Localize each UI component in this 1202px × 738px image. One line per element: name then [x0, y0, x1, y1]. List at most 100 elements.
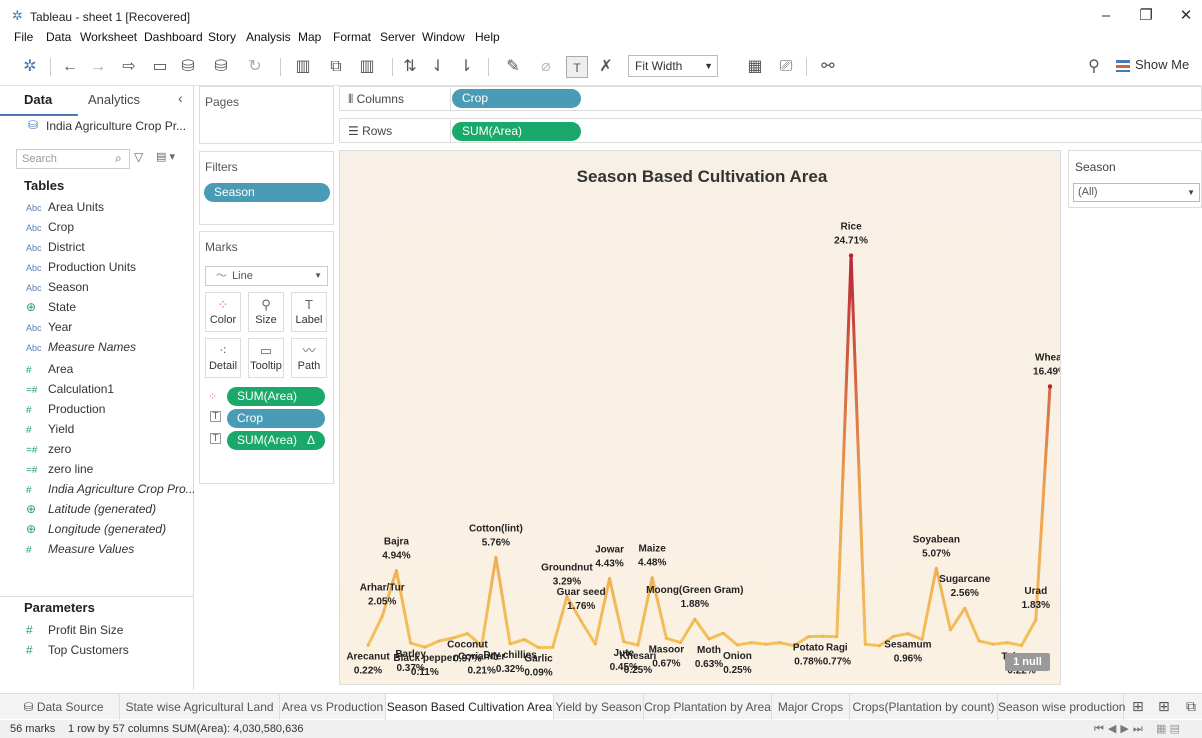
highlight-icon[interactable]: ✎: [498, 56, 528, 78]
data-point[interactable]: [707, 637, 711, 641]
data-point[interactable]: [622, 640, 625, 644]
data-point[interactable]: [494, 556, 498, 559]
close-button[interactable]: ✕: [1176, 6, 1196, 26]
presentation-mode-icon[interactable]: ⎚: [776, 56, 796, 78]
data-point[interactable]: [466, 632, 469, 635]
tab-crops-plantation-by-count[interactable]: Crops(Plantation by count): [850, 694, 998, 720]
filter-icon[interactable]: ▽: [134, 150, 143, 164]
chart-view[interactable]: Season Based Cultivation Area Arecanut 0.…: [339, 150, 1061, 685]
field-item[interactable]: # Measure Values: [26, 542, 134, 556]
data-point[interactable]: [1047, 384, 1053, 389]
pin-icon[interactable]: ⚲: [1084, 56, 1104, 78]
data-point[interactable]: [409, 641, 412, 645]
menu-map[interactable]: Map: [298, 30, 321, 44]
pages-card[interactable]: Pages: [199, 86, 334, 144]
datasource-name[interactable]: India Agriculture Crop Pr...: [46, 119, 186, 133]
duplicate-sheet-icon[interactable]: ⧉: [326, 56, 346, 78]
tab-season-based-cultivation-area[interactable]: Season Based Cultivation Area: [386, 694, 554, 720]
refresh-icon[interactable]: ↻: [242, 56, 268, 78]
data-point[interactable]: [508, 642, 512, 646]
field-item[interactable]: # Yield: [26, 422, 74, 436]
tab-season-wise-production[interactable]: Season wise production: [998, 694, 1125, 720]
data-point[interactable]: [395, 569, 398, 572]
new-dashboard-tab-icon[interactable]: ⊞: [1158, 698, 1170, 715]
data-point[interactable]: [949, 628, 952, 632]
null-indicator[interactable]: 1 null: [1005, 653, 1050, 671]
tab-analytics[interactable]: Analytics: [88, 92, 140, 107]
data-point[interactable]: [594, 643, 597, 646]
color-button[interactable]: ⁘ Color: [205, 292, 241, 332]
menu-window[interactable]: Window: [422, 30, 465, 44]
line-chart[interactable]: Season Based Cultivation Area Arecanut 0.…: [340, 151, 1060, 684]
menu-analysis[interactable]: Analysis: [246, 30, 291, 44]
field-item[interactable]: =# zero line: [26, 462, 93, 476]
menu-story[interactable]: Story: [208, 30, 236, 44]
data-point[interactable]: [821, 635, 824, 638]
tab-yield-by-season[interactable]: Yield by Season: [554, 694, 644, 720]
data-point[interactable]: [935, 567, 938, 570]
parameter-top-customers[interactable]: # Top Customers: [26, 643, 129, 657]
mark-type-dropdown[interactable]: 〜 Line ▼: [205, 266, 328, 286]
columns-pill-crop[interactable]: Crop: [452, 89, 581, 108]
data-point[interactable]: [807, 635, 810, 638]
fix-axes-icon[interactable]: ✗: [594, 56, 618, 78]
restore-button[interactable]: ❐: [1136, 6, 1156, 26]
menu-dashboard[interactable]: Dashboard: [144, 30, 203, 44]
menu-help[interactable]: Help: [475, 30, 500, 44]
minimize-button[interactable]: –: [1096, 6, 1116, 26]
menu-file[interactable]: File: [14, 30, 33, 44]
tab-area-vs-production[interactable]: Area vs Production: [280, 694, 386, 720]
new-worksheet-tab-icon[interactable]: ⊞: [1132, 698, 1144, 715]
data-point[interactable]: [1034, 618, 1037, 622]
data-point[interactable]: [750, 641, 753, 644]
data-point[interactable]: [693, 617, 696, 621]
field-item[interactable]: Abc Measure Names: [26, 340, 136, 354]
filter-pill-season[interactable]: Season: [204, 183, 330, 202]
marks-pill-label-sum-area[interactable]: SUM(Area) Δ: [227, 431, 325, 450]
sort-ascending-icon[interactable]: ⇃: [428, 56, 448, 78]
search-input[interactable]: Search ⌕: [16, 149, 130, 169]
data-point[interactable]: [537, 646, 540, 649]
size-button[interactable]: ⚲ Size: [248, 292, 284, 332]
field-item[interactable]: ⊕ Latitude (generated): [26, 502, 156, 516]
rows-pill-sum-area[interactable]: SUM(Area): [452, 122, 581, 141]
show-labels-icon[interactable]: T: [566, 56, 588, 78]
data-point[interactable]: [977, 639, 981, 643]
share-icon[interactable]: ⚯: [818, 56, 838, 78]
data-point[interactable]: [991, 643, 995, 646]
data-point[interactable]: [579, 619, 583, 623]
data-point[interactable]: [523, 638, 526, 641]
field-item[interactable]: Abc Year: [26, 320, 72, 334]
save-icon[interactable]: ▭: [150, 56, 170, 78]
marks-pill-color-sum-area[interactable]: SUM(Area): [227, 387, 325, 406]
tab-data[interactable]: Data: [24, 92, 52, 107]
marks-pill-label-crop[interactable]: Crop: [227, 409, 325, 428]
data-point[interactable]: [551, 646, 554, 649]
data-point[interactable]: [608, 577, 611, 580]
collapse-pane-icon[interactable]: ‹: [178, 90, 183, 106]
swap-rows-columns-icon[interactable]: ⇅: [400, 56, 420, 78]
data-point[interactable]: [1006, 641, 1009, 644]
tooltip-button[interactable]: ▭ Tooltip: [248, 338, 284, 378]
path-button[interactable]: 〰 Path: [291, 338, 327, 378]
columns-shelf[interactable]: ⦀ Columns Crop: [339, 86, 1202, 111]
swap-icon[interactable]: ⇨: [114, 56, 144, 78]
new-worksheet-icon[interactable]: ▥: [288, 56, 318, 78]
data-point[interactable]: [906, 632, 910, 635]
field-item[interactable]: # Production: [26, 402, 105, 416]
field-item[interactable]: # Area: [26, 362, 73, 376]
menu-data[interactable]: Data: [46, 30, 71, 44]
data-point[interactable]: [665, 637, 668, 640]
undo-icon[interactable]: ←: [60, 56, 80, 78]
tab-state-wise-agricultural-land[interactable]: State wise Agricultural Land: [120, 694, 280, 720]
data-point[interactable]: [366, 644, 370, 647]
menu-worksheet[interactable]: Worksheet: [80, 30, 137, 44]
data-point[interactable]: [437, 639, 441, 643]
group-icon[interactable]: ⌀: [532, 56, 560, 78]
data-point[interactable]: [423, 646, 427, 649]
field-item[interactable]: Abc Area Units: [26, 200, 104, 214]
field-item[interactable]: =# zero: [26, 442, 71, 456]
data-point[interactable]: [722, 631, 725, 635]
tab-data-source[interactable]: ⛁ Data Source: [8, 694, 120, 720]
data-point[interactable]: [835, 635, 839, 638]
